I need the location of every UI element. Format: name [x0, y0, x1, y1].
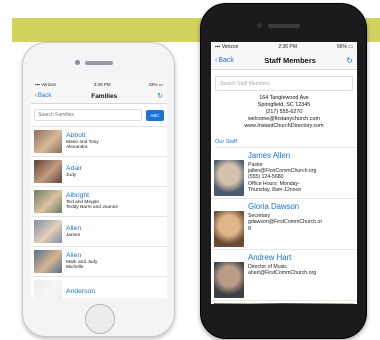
- family-text: Adair Judy: [66, 165, 82, 178]
- church-website-link[interactable]: www.InstantChurchDirectory.com: [211, 123, 357, 130]
- carrier-label: ▪▪▪ Verizon: [35, 82, 57, 87]
- family-members: Judy: [66, 172, 77, 178]
- speaker-grille: [85, 61, 113, 65]
- staff-detail: Thursday, 8am-12noon: [248, 186, 302, 193]
- home-button[interactable]: [85, 304, 115, 334]
- battery-label: 66% ▭: [336, 44, 353, 50]
- staff-row[interactable]: James Allen Pastor jallen@FirstCommChurch.…: [211, 148, 357, 200]
- staff-photo: [214, 211, 244, 248]
- family-text: Allen Mark and Judy Michelle: [66, 252, 97, 271]
- family-members: James: [66, 232, 81, 238]
- church-address-line2: Springfield, SC 12345: [257, 102, 311, 109]
- speaker-grille: [268, 24, 300, 28]
- staff-row[interactable]: Andrew Hart Director of Music ahart@FirstC…: [211, 250, 357, 302]
- church-address-line1: 164 Tanglewood Ave: [259, 95, 309, 101]
- staff-photo: [214, 262, 244, 299]
- phone-staff: ▪▪▪ Verizon 2:36 PM 66% ▭ ‹ Back Staff M…: [200, 3, 367, 339]
- back-button[interactable]: ‹ Back: [35, 93, 51, 99]
- staff-photo: [214, 160, 244, 197]
- abc-sort-button[interactable]: ABC: [146, 109, 164, 121]
- staff-detail: ahart@FirstCommChurch.org: [248, 269, 317, 276]
- search-staff-input[interactable]: Search Staff Members: [215, 76, 353, 91]
- chevron-left-icon: ‹: [215, 57, 218, 64]
- status-time: 3:29 PM: [93, 82, 111, 87]
- front-camera-icon: [257, 23, 262, 28]
- staff-photo-partial: [214, 303, 354, 304]
- family-text: Albright Ted and Megan Teddy Barrs and Joa…: [66, 192, 118, 211]
- family-row[interactable]: Albright Ted and Megan Teddy Barrs and Joa…: [31, 187, 167, 217]
- staff-list: James Allen Pastor jallen@FirstCommChurch.…: [211, 148, 357, 302]
- family-members: Alexandra: [66, 145, 88, 151]
- family-name: Albright: [66, 192, 90, 200]
- family-name: Allen: [66, 252, 82, 260]
- family-photo: [34, 220, 62, 243]
- family-photo: [34, 250, 62, 273]
- navigation-bar: ‹ Back Families ↻: [31, 89, 167, 104]
- page-title: Staff Members: [264, 56, 316, 65]
- staff-text: Gloria Dawson Secretary gdawson@FirstCommC…: [248, 202, 354, 247]
- our-staff-heading: Our Staff: [215, 139, 357, 149]
- search-row: ABC: [31, 104, 167, 127]
- family-text: Allen James: [66, 225, 81, 238]
- family-members: Michelle: [66, 265, 84, 271]
- refresh-icon[interactable]: ↻: [157, 92, 163, 100]
- staff-name: Gloria Dawson: [248, 202, 300, 212]
- staff-text: Andrew Hart Director of Music ahart@FirstC…: [248, 253, 354, 298]
- family-photo: [34, 190, 62, 213]
- family-row[interactable]: Adair Judy: [31, 157, 167, 187]
- back-button[interactable]: ‹ Back: [215, 57, 234, 64]
- church-phone-link[interactable]: (217) 555-6270: [211, 109, 357, 116]
- family-photo: [34, 130, 62, 153]
- family-row[interactable]: Allen Mark and Judy Michelle: [31, 247, 167, 277]
- church-contact-info: 164 Tanglewood Ave Springfield, SC 12345…: [211, 95, 357, 130]
- staff-row[interactable]: Gloria Dawson Secretary gdawson@FirstCommC…: [211, 199, 357, 251]
- family-name: Adair: [66, 164, 82, 172]
- staff-detail: g: [248, 225, 251, 232]
- carrier-label: ▪▪▪ Verizon: [215, 44, 239, 50]
- family-photo: [34, 280, 62, 298]
- staff-text: James Allen Pastor jallen@FirstCommChurch.…: [248, 151, 354, 196]
- search-families-input[interactable]: [34, 109, 142, 121]
- staff-name: Andrew Hart: [248, 253, 292, 263]
- staff-name: James Allen: [248, 151, 291, 161]
- chevron-left-icon: ‹: [35, 93, 37, 99]
- front-camera-icon: [75, 60, 80, 65]
- family-row[interactable]: Anderson: [31, 277, 167, 298]
- family-row[interactable]: Allen James: [31, 217, 167, 247]
- family-name: Anderson: [66, 287, 96, 295]
- families-screen: ▪▪▪ Verizon 3:29 PM 43% ▭ ‹ Back Familie…: [31, 80, 167, 298]
- family-list: Abbott Marie and Tony Alexandra Adair Judy Al…: [31, 127, 167, 298]
- family-text: Anderson: [66, 288, 95, 296]
- family-members: Teddy Barrs and Joanne: [66, 205, 118, 211]
- status-time: 2:36 PM: [278, 44, 297, 50]
- page-title: Families: [91, 92, 118, 100]
- status-bar: ▪▪▪ Verizon 2:36 PM 66% ▭: [211, 42, 357, 52]
- navigation-bar: ‹ Back Staff Members ↻: [211, 52, 357, 70]
- family-text: Abbott Marie and Tony Alexandra: [66, 132, 99, 151]
- phone-families: ▪▪▪ Verizon 3:29 PM 43% ▭ ‹ Back Familie…: [22, 42, 175, 337]
- status-bar: ▪▪▪ Verizon 3:29 PM 43% ▭: [31, 80, 167, 89]
- church-email-link[interactable]: welcome@firstanychurch.com: [211, 116, 357, 123]
- staff-screen: ▪▪▪ Verizon 2:36 PM 66% ▭ ‹ Back Staff M…: [211, 42, 357, 304]
- family-photo: [34, 160, 62, 183]
- battery-label: 43% ▭: [148, 81, 163, 87]
- family-name: Abbott: [66, 132, 86, 140]
- family-name: Allen: [66, 224, 82, 232]
- family-row[interactable]: Abbott Marie and Tony Alexandra: [31, 127, 167, 157]
- refresh-icon[interactable]: ↻: [346, 56, 353, 65]
